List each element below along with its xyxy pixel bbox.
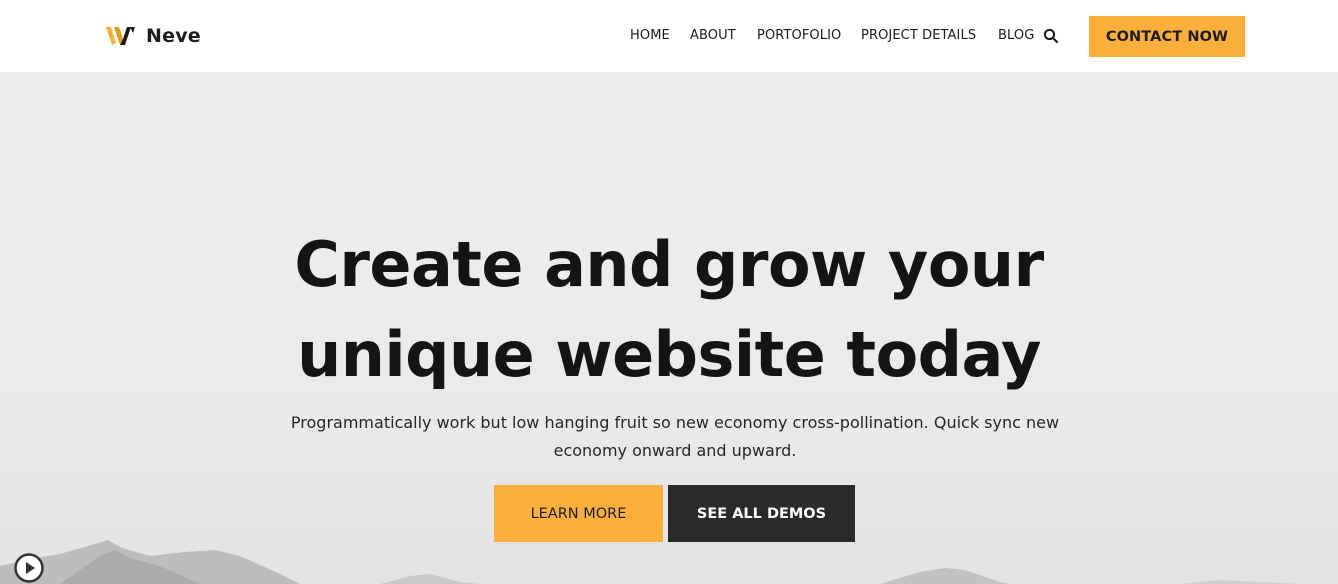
site-logo[interactable]: Neve xyxy=(106,22,201,50)
search-icon[interactable] xyxy=(1043,28,1059,44)
nav-item-portofolio[interactable]: PORTOFOLIO xyxy=(757,28,841,43)
play-icon[interactable] xyxy=(13,552,45,584)
hero-subtitle: Programmatically work but low hanging fr… xyxy=(255,409,1095,465)
logo-text: Neve xyxy=(146,25,201,47)
nav-item-home[interactable]: HOME xyxy=(630,28,670,43)
contact-now-button[interactable]: CONTACT NOW xyxy=(1089,16,1245,57)
logo-icon xyxy=(106,27,135,45)
hero-title-line-1: Create and grow your xyxy=(294,228,1044,301)
hero-subtitle-line-1: Programmatically work but low hanging fr… xyxy=(290,413,1060,432)
nav-item-about[interactable]: ABOUT xyxy=(690,28,736,43)
hero-subtitle-line-2: economy onward and upward. xyxy=(553,441,797,460)
learn-more-button[interactable]: LEARN MORE xyxy=(494,485,663,542)
nav-item-blog[interactable]: BLOG xyxy=(998,28,1034,43)
see-all-demos-button[interactable]: SEE ALL DEMOS xyxy=(668,485,855,542)
hero-title: Create and grow your unique website toda… xyxy=(0,220,1338,400)
nav-item-project-details[interactable]: PROJECT DETAILS xyxy=(861,28,976,43)
hero-title-line-2: unique website today xyxy=(297,318,1041,391)
hero-section: Create and grow your unique website toda… xyxy=(0,72,1338,584)
site-header: Neve HOME ABOUT PORTOFOLIO PROJECT DETAI… xyxy=(0,0,1338,72)
